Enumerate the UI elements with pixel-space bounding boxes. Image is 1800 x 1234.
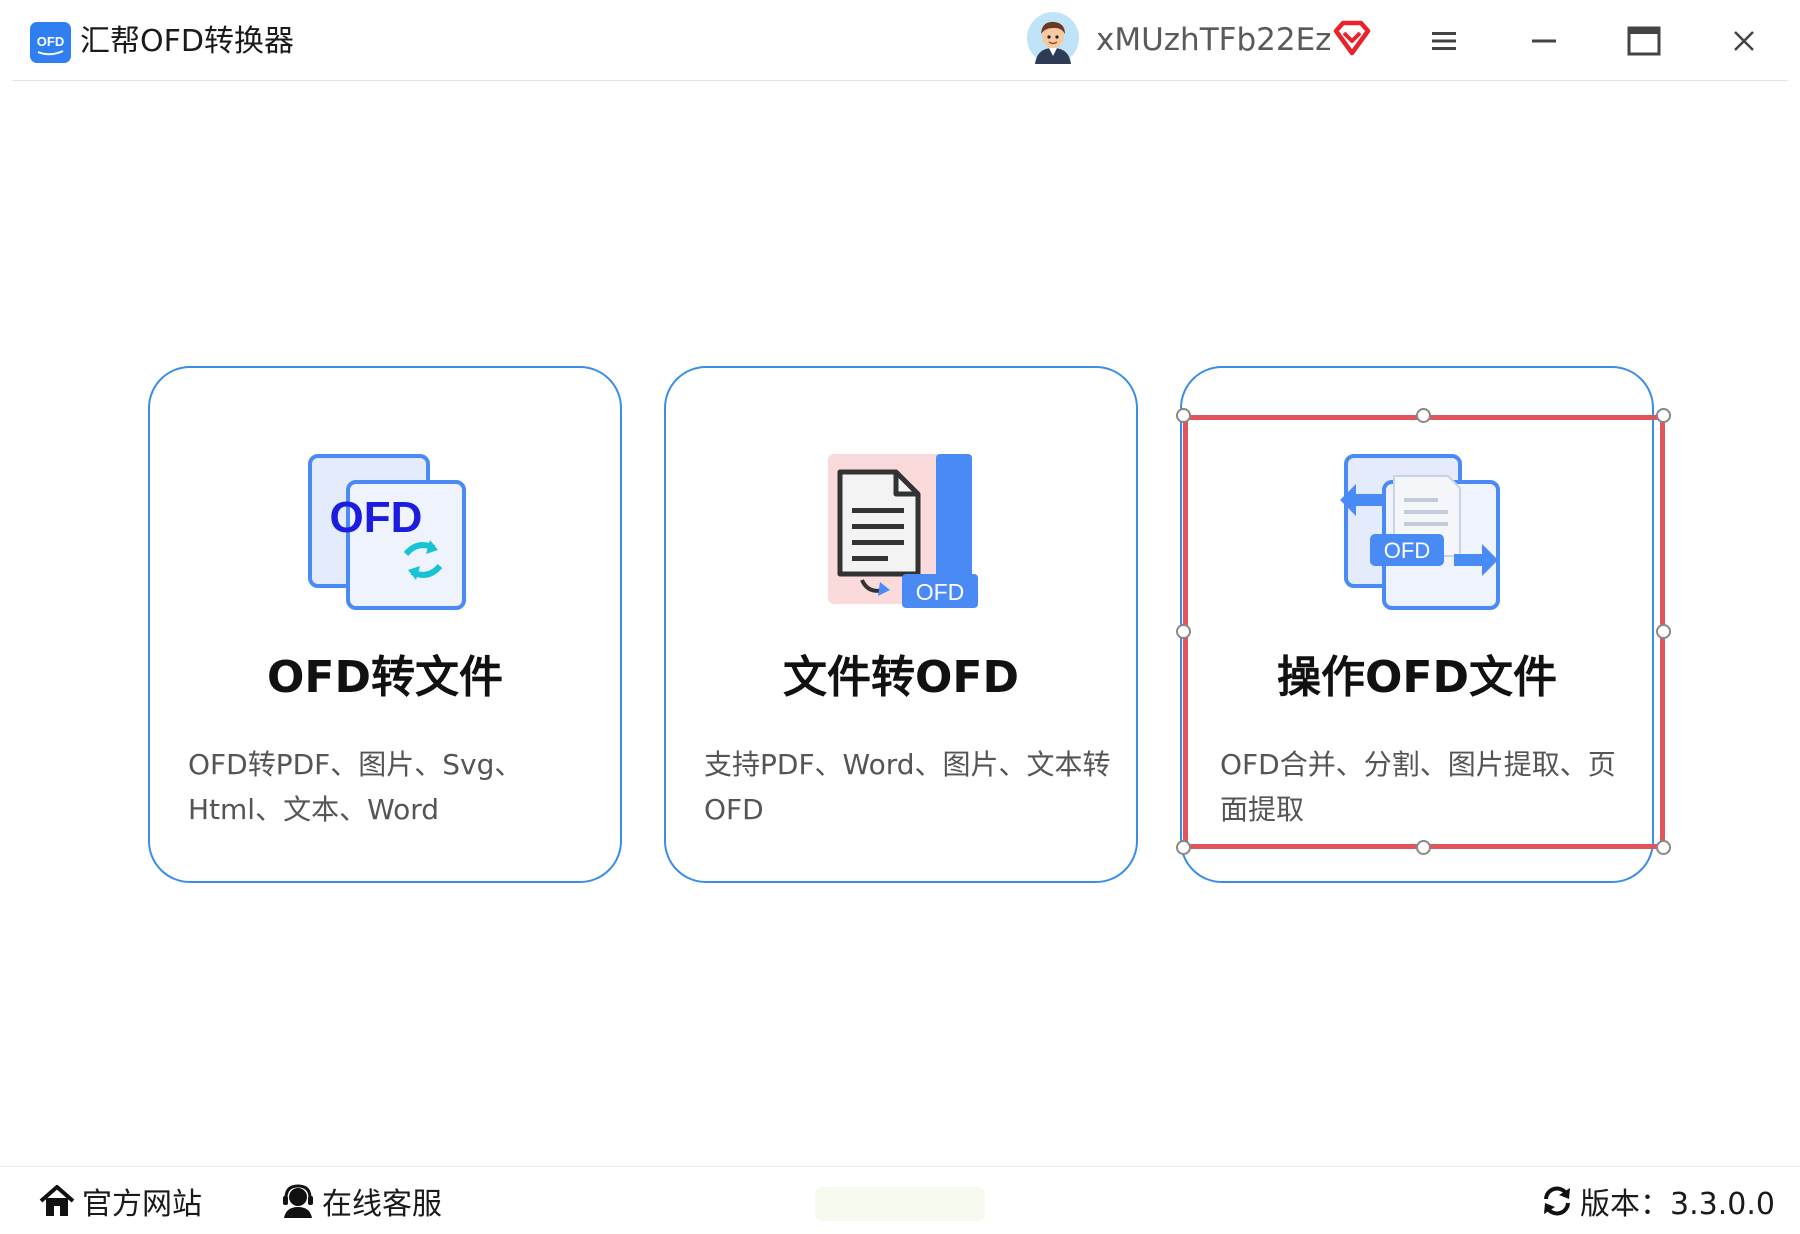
online-support-link[interactable]: 在线客服 <box>280 1179 442 1223</box>
menu-button[interactable] <box>1416 16 1472 66</box>
file-to-ofd-icon: OFD <box>828 454 978 608</box>
footer-faded-element <box>815 1187 985 1221</box>
avatar-icon[interactable] <box>1027 12 1079 64</box>
selection-handle[interactable] <box>1176 408 1191 423</box>
card-title: OFD转文件 <box>267 652 503 703</box>
version-label: 版本：3.3.0.0 <box>1580 1187 1775 1222</box>
card-title: 操作OFD文件 <box>1277 652 1557 703</box>
maximize-icon <box>1627 26 1661 56</box>
selection-handle[interactable] <box>1176 840 1191 855</box>
svg-text:OFD: OFD <box>916 579 965 605</box>
official-website-label: 官方网站 <box>82 1187 202 1222</box>
refresh-icon <box>1544 1186 1570 1216</box>
selection-handle[interactable] <box>1656 840 1671 855</box>
card-desc: 支持PDF、Word、图片、文本转OFD <box>704 748 1111 826</box>
selection-handle[interactable] <box>1656 408 1671 423</box>
operate-ofd-icon: OFD <box>1340 454 1500 610</box>
ofd-to-file-icon: OFD <box>308 454 466 610</box>
card-ofd-to-file[interactable]: OFD OFD转文件 OFD转PDF、图片、Svg、Html、文本、Word <box>148 366 622 883</box>
version-info[interactable]: 版本：3.3.0.0 <box>1540 1179 1775 1223</box>
selection-handle[interactable] <box>1416 408 1431 423</box>
card-title: 文件转OFD <box>783 652 1019 703</box>
svg-text:OFD: OFD <box>1384 538 1430 563</box>
title-bar: OFD 汇帮OFD转换器 xMUzhTFb22Ez <box>12 0 1788 81</box>
svg-text:OFD: OFD <box>330 493 423 542</box>
vip-diamond-icon[interactable] <box>1332 20 1372 56</box>
selection-handle[interactable] <box>1656 624 1671 639</box>
minimize-button[interactable] <box>1516 16 1572 66</box>
card-operate-ofd[interactable]: OFD 操作OFD文件 OFD合并、分割、图片提取、页面提取 <box>1180 366 1654 883</box>
app-title: 汇帮OFD转换器 <box>80 24 294 59</box>
official-website-link[interactable]: 官方网站 <box>38 1179 202 1223</box>
menu-icon <box>1432 32 1456 50</box>
card-desc: OFD转PDF、图片、Svg、Html、文本、Word <box>188 748 523 826</box>
card-desc: OFD合并、分割、图片提取、页面提取 <box>1220 748 1616 826</box>
selection-handle[interactable] <box>1176 624 1191 639</box>
footer-bar: 官方网站 在线客服 版本：3.3.0.0 <box>0 1166 1800 1234</box>
customer-service-icon <box>283 1184 313 1218</box>
maximize-button[interactable] <box>1616 16 1672 66</box>
username[interactable]: xMUzhTFb22Ez <box>1096 18 1331 62</box>
selection-handle[interactable] <box>1416 840 1431 855</box>
minimize-icon <box>1532 39 1556 43</box>
app-logo-icon: OFD <box>30 22 71 63</box>
svg-text:OFD: OFD <box>37 34 64 49</box>
home-icon <box>39 1185 75 1216</box>
close-icon <box>1734 31 1754 51</box>
card-file-to-ofd[interactable]: OFD 文件转OFD 支持PDF、Word、图片、文本转OFD <box>664 366 1138 883</box>
online-support-label: 在线客服 <box>322 1187 442 1222</box>
close-button[interactable] <box>1716 16 1772 66</box>
